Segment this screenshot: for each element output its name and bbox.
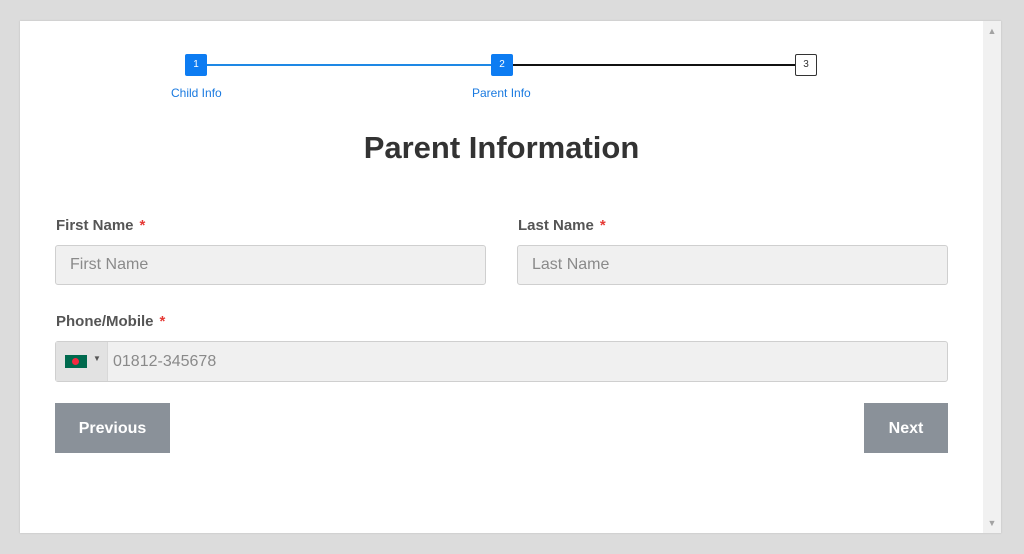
phone-input[interactable] [108,342,946,381]
phone-label-text: Phone/Mobile [56,313,154,330]
first-name-label-text: First Name [56,217,134,234]
bangladesh-flag-icon [65,355,87,368]
required-asterisk: * [159,313,166,330]
vertical-scrollbar[interactable]: ▲ ▼ [983,21,1001,533]
last-name-input[interactable] [517,245,948,285]
dropdown-caret-icon: ▼ [93,354,101,363]
last-name-label-text: Last Name [518,217,594,234]
next-button[interactable]: Next [864,403,948,453]
required-asterisk: * [139,217,146,234]
previous-button[interactable]: Previous [55,403,170,453]
first-name-input[interactable] [55,245,486,285]
stepper-remaining-line [512,64,796,66]
stepper-progress-line [205,64,492,66]
step-2-label: Parent Info [472,86,531,100]
step-1-label: Child Info [171,86,222,100]
phone-label: Phone/Mobile * [56,313,165,330]
page-title: Parent Information [363,130,640,165]
scroll-up-arrow-icon[interactable]: ▲ [983,23,1001,39]
first-name-label: First Name * [56,217,145,234]
phone-field: ▼ [55,341,948,382]
step-3-indicator[interactable]: 3 [795,54,817,76]
scroll-down-arrow-icon[interactable]: ▼ [983,515,1001,531]
step-1-indicator[interactable]: 1 [185,54,207,76]
step-2-indicator[interactable]: 2 [491,54,513,76]
required-asterisk: * [599,217,606,234]
last-name-label: Last Name * [518,217,606,234]
flag-red-disc [72,358,79,365]
country-code-dropdown[interactable]: ▼ [56,342,108,381]
